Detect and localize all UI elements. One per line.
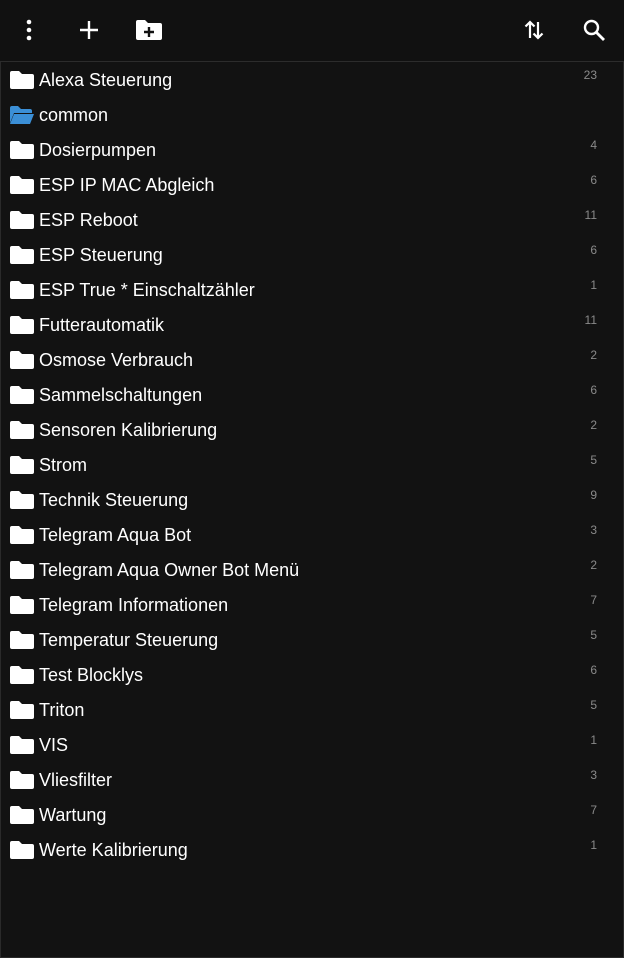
folder-row[interactable]: Werte Kalibrierung 1: [0, 832, 624, 867]
folder-icon: [9, 735, 35, 755]
folder-name: Vliesfilter: [39, 770, 113, 790]
folder-icon: [9, 70, 35, 90]
folder-item-count: 1: [590, 733, 597, 747]
folder-name: Test Blocklys: [39, 665, 144, 685]
folder-row[interactable]: Alexa Steuerung 23: [0, 62, 624, 97]
folder-item-count: 6: [590, 173, 597, 187]
folder-row[interactable]: Futterautomatik 11: [0, 307, 624, 342]
folder-icon: [9, 805, 35, 825]
folder-item-count: 1: [590, 838, 597, 852]
folder-name: Technik Steuerung: [39, 490, 189, 510]
folder-name: Futterautomatik: [39, 315, 165, 335]
folder-item-count: 6: [590, 383, 597, 397]
folder-item-count: 5: [590, 628, 597, 642]
folder-row[interactable]: ESP True * Einschaltzähler 1: [0, 272, 624, 307]
folder-icon: [9, 770, 35, 790]
folder-row[interactable]: Sammelschaltungen 6: [0, 377, 624, 412]
folder-item-count: 11: [584, 313, 597, 327]
folder-name: Wartung: [39, 805, 107, 825]
folder-name: ESP Steuerung: [39, 245, 163, 265]
add-icon[interactable]: [69, 10, 109, 50]
folder-name: Werte Kalibrierung: [39, 840, 188, 860]
folder-row[interactable]: ESP Reboot 11: [0, 202, 624, 237]
folder-row[interactable]: Temperatur Steuerung 5: [0, 622, 624, 657]
folder-name: Sensoren Kalibrierung: [39, 420, 218, 440]
folder-name: Osmose Verbrauch: [39, 350, 194, 370]
folder-name: Telegram Aqua Bot: [39, 525, 192, 545]
folder-item-count: 6: [590, 243, 597, 257]
folder-item-count: 4: [590, 138, 597, 152]
folder-row[interactable]: ESP IP MAC Abgleich 6: [0, 167, 624, 202]
folder-item-count: 3: [590, 523, 597, 537]
folder-item-count: 5: [590, 698, 597, 712]
folder-icon: [9, 420, 35, 440]
folder-item-count: 23: [583, 68, 597, 82]
folder-item-count: 6: [590, 663, 597, 677]
folder-name: ESP True * Einschaltzähler: [39, 280, 255, 300]
swap-vert-icon[interactable]: [514, 10, 554, 50]
folder-icon: [9, 700, 35, 720]
folder-name: Alexa Steuerung: [39, 70, 173, 90]
folder-item-count: 5: [590, 453, 597, 467]
folder-icon: [9, 560, 35, 580]
folder-icon: [9, 385, 35, 405]
folder-row[interactable]: Wartung 7: [0, 797, 624, 832]
folder-icon: [9, 525, 35, 545]
folder-icon: [9, 595, 35, 615]
folder-item-count: 2: [590, 558, 597, 572]
folder-row[interactable]: Osmose Verbrauch 2: [0, 342, 624, 377]
folder-name: ESP IP MAC Abgleich: [39, 175, 215, 195]
folder-icon: [9, 175, 35, 195]
folder-row[interactable]: Telegram Aqua Owner Bot Menü 2: [0, 552, 624, 587]
folder-icon: [9, 455, 35, 475]
folder-icon: [9, 315, 35, 335]
folder-row[interactable]: Telegram Informationen 7: [0, 587, 624, 622]
folder-row[interactable]: Vliesfilter 3: [0, 762, 624, 797]
folder-icon: [9, 280, 35, 300]
folder-row[interactable]: Triton 5: [0, 692, 624, 727]
folder-list: Alexa Steuerung 23 common Dosierpumpen 4 ESP …: [0, 62, 624, 867]
folder-icon: [9, 630, 35, 650]
folder-item-count: 3: [590, 768, 597, 782]
folder-name: Telegram Informationen: [39, 595, 229, 615]
folder-row[interactable]: VIS 1: [0, 727, 624, 762]
folder-name: Triton: [39, 700, 85, 720]
folder-icon: [9, 840, 35, 860]
folder-name: ESP Reboot: [39, 210, 138, 230]
folder-name: Strom: [39, 455, 88, 475]
folder-item-count: 2: [590, 418, 597, 432]
folder-row[interactable]: Telegram Aqua Bot 3: [0, 517, 624, 552]
folder-icon: [9, 490, 35, 510]
folder-row[interactable]: common: [0, 97, 624, 132]
folder-name: Telegram Aqua Owner Bot Menü: [39, 560, 300, 580]
folder-item-count: 9: [590, 488, 597, 502]
folder-name: common: [39, 105, 109, 125]
folder-icon: [9, 140, 35, 160]
more-vert-icon[interactable]: [9, 10, 49, 50]
folder-row[interactable]: Dosierpumpen 4: [0, 132, 624, 167]
folder-item-count: 7: [590, 803, 597, 817]
folder-row[interactable]: ESP Steuerung 6: [0, 237, 624, 272]
folder-open-icon: [9, 105, 35, 125]
folder-item-count: 2: [590, 348, 597, 362]
folder-item-count: 7: [590, 593, 597, 607]
folder-name: Temperatur Steuerung: [39, 630, 219, 650]
folder-item-count: 1: [590, 278, 597, 292]
folder-name: Sammelschaltungen: [39, 385, 203, 405]
folder-icon: [9, 210, 35, 230]
folder-row[interactable]: Strom 5: [0, 447, 624, 482]
folder-icon: [9, 245, 35, 265]
toolbar: [0, 0, 624, 62]
folder-icon: [9, 665, 35, 685]
folder-name: Dosierpumpen: [39, 140, 157, 160]
search-icon[interactable]: [574, 10, 614, 50]
folder-row[interactable]: Test Blocklys 6: [0, 657, 624, 692]
create-new-folder-icon[interactable]: [129, 10, 169, 50]
folder-row[interactable]: Technik Steuerung 9: [0, 482, 624, 517]
folder-icon: [9, 350, 35, 370]
folder-row[interactable]: Sensoren Kalibrierung 2: [0, 412, 624, 447]
folder-item-count: 11: [584, 208, 597, 222]
folder-name: VIS: [39, 735, 69, 755]
